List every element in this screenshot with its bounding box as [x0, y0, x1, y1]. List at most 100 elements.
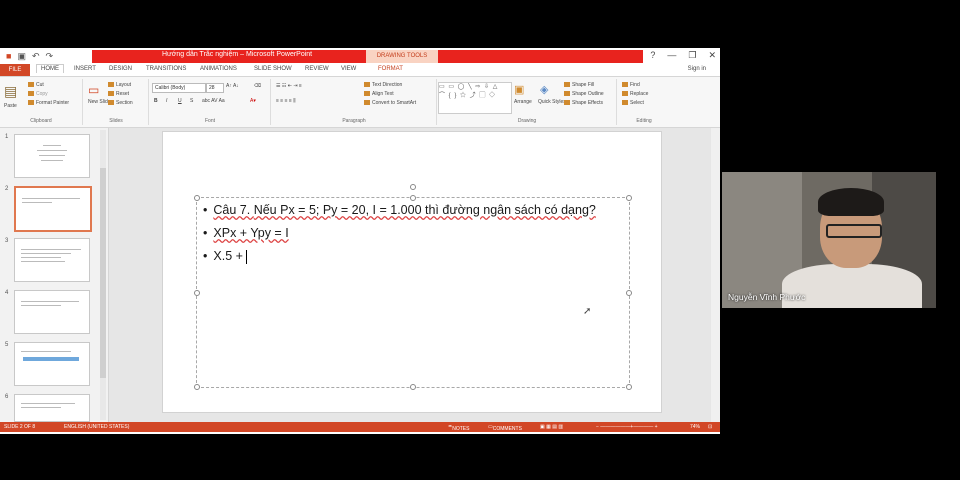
- ribbon-tabs: FILE HOME INSERT DESIGN TRANSITIONS ANIM…: [0, 64, 720, 76]
- tab-file[interactable]: FILE: [0, 64, 30, 76]
- tab-design[interactable]: DESIGN: [109, 66, 132, 72]
- paste-icon[interactable]: ▤: [4, 83, 17, 100]
- minimize-button[interactable]: —: [667, 50, 676, 61]
- copy-button[interactable]: Copy: [28, 91, 48, 97]
- resize-handle[interactable]: [626, 384, 632, 390]
- slide-thumbnail[interactable]: [14, 394, 90, 422]
- drawing-label: Drawing: [517, 118, 537, 124]
- resize-handle[interactable]: [410, 195, 416, 201]
- slide-thumbnail[interactable]: [14, 238, 90, 282]
- resize-handle[interactable]: [626, 195, 632, 201]
- font-grow-icon[interactable]: A↑ A↓: [226, 83, 239, 89]
- effects-icon: [564, 100, 570, 106]
- fit-slide-icon[interactable]: ⊡: [708, 424, 712, 430]
- cut-button[interactable]: Cut: [28, 82, 44, 88]
- shape-effects-button[interactable]: Shape Effects: [564, 100, 603, 106]
- resize-handle[interactable]: [626, 290, 632, 296]
- outline-icon: [564, 91, 570, 97]
- tab-transitions[interactable]: TRANSITIONS: [146, 66, 186, 72]
- comments-button[interactable]: ▭ COMMENTS: [488, 424, 522, 432]
- section-icon: [108, 100, 114, 106]
- layout-button[interactable]: Layout: [108, 82, 131, 88]
- tab-slide-show[interactable]: SLIDE SHOW: [254, 66, 292, 72]
- tab-animations[interactable]: ANIMATIONS: [200, 66, 237, 72]
- title-bar: ■ ▣ ↶ ↷ Hướng dẫn Trắc nghiệm – Microsof…: [0, 48, 720, 64]
- sign-in-link[interactable]: Sign in: [688, 66, 706, 72]
- font-color-icon[interactable]: A▾: [250, 98, 256, 104]
- reset-button[interactable]: Reset: [108, 91, 129, 97]
- tab-home[interactable]: HOME: [36, 64, 64, 73]
- section-button[interactable]: Section: [108, 100, 133, 106]
- question-prefix: Câu 7.: [213, 203, 254, 217]
- bullets-icon[interactable]: ☰ ☷ ⇤ ⇥ ≡: [276, 83, 302, 89]
- quick-styles-button[interactable]: Quick Styles: [538, 99, 566, 105]
- slides-group: ▭ New Slide Layout Reset Section Slides: [84, 79, 149, 125]
- content-placeholder[interactable]: • Câu 7. Nếu Px = 5; Py = 20, I = 1.000 t…: [194, 184, 632, 390]
- drawing-tools-label: DRAWING TOOLS: [366, 50, 438, 63]
- font-name-dropdown[interactable]: Calibri (Body): [152, 83, 206, 93]
- align-text-button[interactable]: Align Text: [364, 91, 394, 97]
- bullet-answer[interactable]: • X.5 +: [203, 249, 247, 264]
- participant-video: Nguyễn Vĩnh Phước: [722, 172, 936, 308]
- font-size-dropdown[interactable]: 28: [206, 83, 224, 93]
- slide-editor: • Câu 7. Nếu Px = 5; Py = 20, I = 1.000 t…: [109, 128, 711, 422]
- language-indicator[interactable]: ENGLISH (UNITED STATES): [64, 424, 129, 430]
- quick-styles-icon[interactable]: ◈: [540, 83, 548, 96]
- clear-format-icon[interactable]: ⌫: [254, 83, 261, 89]
- text-direction-icon: [364, 82, 370, 88]
- strikethrough-button[interactable]: S: [190, 98, 193, 104]
- thumbnails-scroll-thumb[interactable]: [100, 168, 106, 378]
- zoom-level[interactable]: 74%: [690, 424, 700, 430]
- convert-smartart-button[interactable]: Convert to SmartArt: [364, 100, 416, 106]
- select-button[interactable]: Select: [622, 100, 644, 106]
- underline-button[interactable]: U: [178, 98, 182, 104]
- align-icons[interactable]: ≡ ≡ ≡ ≡ ⫼: [276, 98, 296, 104]
- save-icon[interactable]: ▣: [17, 51, 26, 62]
- resize-handle[interactable]: [410, 384, 416, 390]
- tab-view[interactable]: VIEW: [341, 66, 356, 72]
- format-painter-button[interactable]: Format Painter: [28, 100, 69, 106]
- arrange-icon[interactable]: ▣: [514, 83, 524, 96]
- ribbon: ▤ Paste Cut Copy Format Painter Clipboar…: [0, 76, 720, 128]
- tab-review[interactable]: REVIEW: [305, 66, 329, 72]
- slide-thumbnails-pane: 1 2 3 4 5 6: [0, 128, 109, 422]
- slide-thumbnail[interactable]: [14, 342, 90, 386]
- find-button[interactable]: Find: [622, 82, 640, 88]
- slide-thumbnail[interactable]: [14, 134, 90, 178]
- resize-handle[interactable]: [194, 384, 200, 390]
- arrange-button[interactable]: Arrange: [514, 99, 532, 105]
- notes-button[interactable]: ≐ NOTES: [448, 424, 469, 432]
- participant-name: Nguyễn Vĩnh Phước: [728, 292, 806, 302]
- view-buttons[interactable]: ▣ ▦ ▤ ▥: [540, 424, 563, 430]
- paste-button[interactable]: Paste: [4, 103, 17, 109]
- zoom-slider[interactable]: − ——————+———— +: [596, 424, 658, 430]
- text-direction-button[interactable]: Text Direction: [364, 82, 402, 88]
- shape-fill-button[interactable]: Shape Fill: [564, 82, 594, 88]
- restore-button[interactable]: ❐: [688, 50, 696, 61]
- rotate-handle[interactable]: [410, 184, 416, 190]
- tab-format[interactable]: FORMAT: [378, 66, 403, 72]
- close-button[interactable]: ✕: [708, 50, 716, 61]
- bullet-equation[interactable]: • XPx + Ypy = I: [203, 226, 289, 240]
- tab-insert[interactable]: INSERT: [74, 66, 96, 72]
- replace-button[interactable]: Replace: [622, 91, 648, 97]
- find-icon: [622, 82, 628, 88]
- slide-thumbnail[interactable]: [14, 290, 90, 334]
- shapes-gallery[interactable]: ▭ ▭ ◯ ╲ ⇨ ⇩ △ ⌒ { } ☆ ⤴ ▢ ◇: [438, 82, 512, 114]
- help-button[interactable]: ?: [650, 50, 655, 61]
- shape-outline-button[interactable]: Shape Outline: [564, 91, 604, 97]
- redo-icon[interactable]: ↷: [46, 51, 54, 62]
- italic-button[interactable]: I: [166, 98, 167, 104]
- spacing-icon[interactable]: abc AV Aa: [202, 98, 225, 104]
- slides-label: Slides: [109, 118, 123, 124]
- slide-thumbnail-selected[interactable]: [14, 186, 92, 232]
- bold-button[interactable]: B: [154, 98, 158, 104]
- resize-handle[interactable]: [194, 195, 200, 201]
- window-title: Hướng dẫn Trắc nghiệm – Microsoft PowerP…: [162, 51, 313, 58]
- new-slide-icon[interactable]: ▭: [88, 83, 99, 97]
- editing-label: Editing: [636, 118, 652, 124]
- editor-scrollbar[interactable]: [711, 128, 720, 422]
- bullet-question[interactable]: • Câu 7. Nếu Px = 5; Py = 20, I = 1.000 t…: [203, 203, 596, 217]
- resize-handle[interactable]: [194, 290, 200, 296]
- undo-icon[interactable]: ↶: [32, 51, 40, 62]
